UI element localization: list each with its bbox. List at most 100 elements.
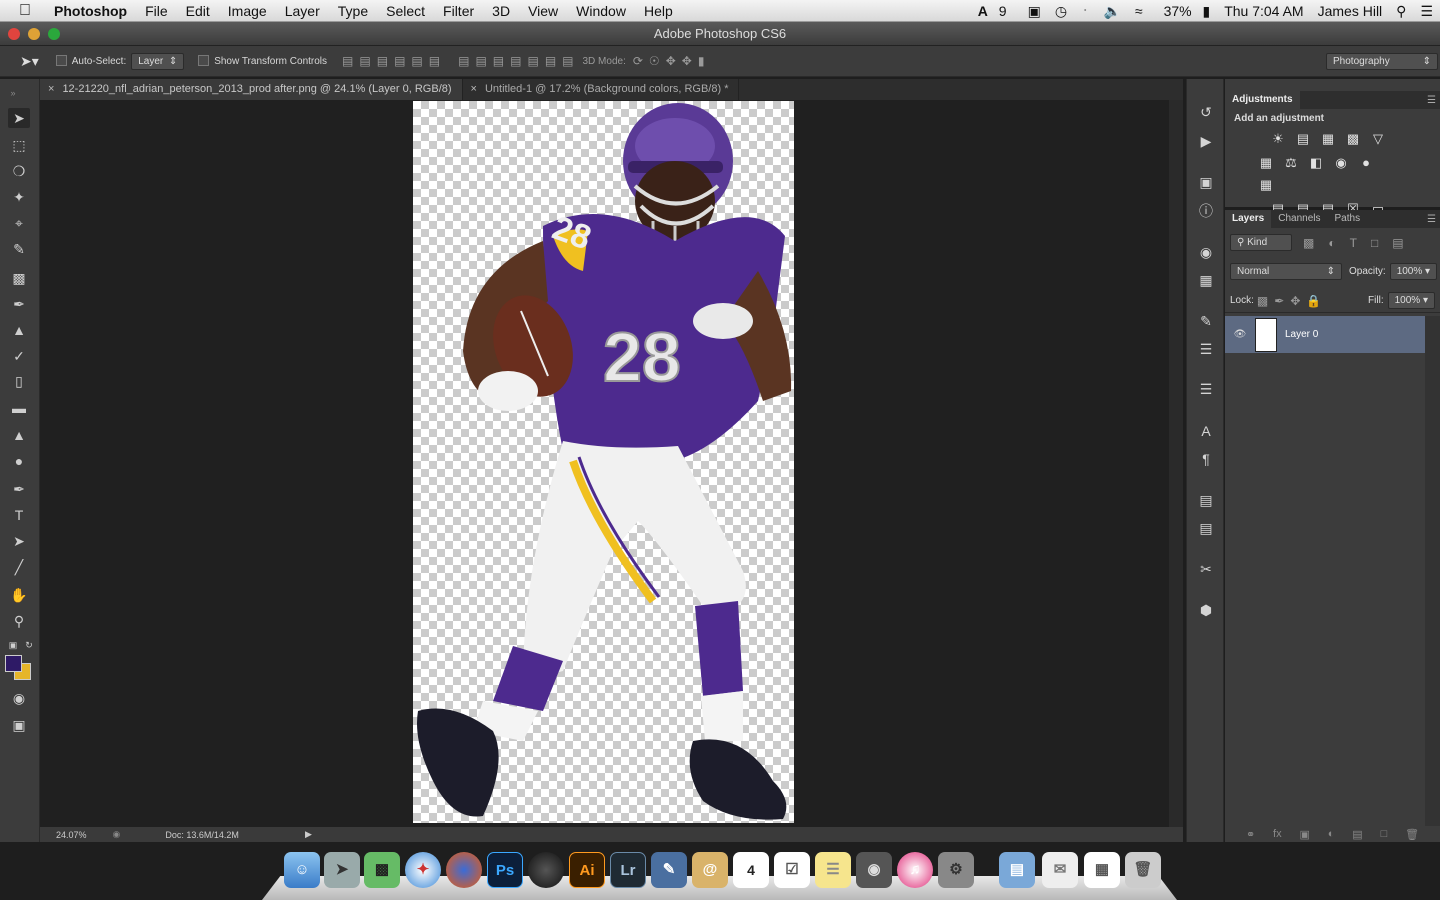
display-icon[interactable]: ▣ [1021,3,1048,20]
minimize-window-button[interactable] [28,28,40,40]
notes-icon[interactable]: ☰ [815,852,851,888]
tab-paths[interactable]: Paths [1328,210,1368,228]
menu-help[interactable]: Help [635,3,682,19]
aperture-icon[interactable] [528,852,564,888]
system-preferences-icon[interactable]: ⚙ [938,852,974,888]
layer-row[interactable]: 👁 Layer 0 [1225,316,1425,353]
menu-window[interactable]: Window [567,3,635,19]
gradient-tool-icon[interactable]: ▬ [8,398,30,418]
volume-icon[interactable]: 🔈 [1096,3,1127,20]
slide-3d-icon[interactable]: ✥ [682,54,692,68]
illustrator-dock-icon[interactable]: Ai [569,852,605,888]
reminders-icon[interactable]: ☑ [774,852,810,888]
menu-image[interactable]: Image [219,3,276,19]
magic-wand-tool-icon[interactable]: ✦ [8,187,30,207]
battery-status[interactable]: 37% ▮ [1150,3,1218,20]
auto-select-checkbox[interactable] [55,55,72,67]
mail-stamp-icon[interactable]: @ [692,852,728,888]
new-group-icon[interactable]: ▤ [1352,828,1362,841]
new-layer-icon[interactable]: □ [1381,828,1388,840]
history-panel-icon[interactable]: ↺ [1196,102,1216,122]
notification-center-icon[interactable]: ☰ [1413,3,1440,20]
menu-3d[interactable]: 3D [483,3,519,19]
grid-panel-icon[interactable]: ▦ [1196,270,1216,290]
bluetooth-icon[interactable]: ᛫ [1074,3,1096,19]
delete-layer-icon[interactable]: 🗑 [1405,828,1419,841]
color-balance-icon[interactable]: ⚖ [1282,154,1300,172]
color-lookup-icon[interactable]: ▦ [1257,176,1275,194]
vibrance-icon[interactable]: ▽ [1369,130,1387,148]
panel-menu-icon[interactable]: ☰ [1427,95,1440,106]
clone-stamp-tool-icon[interactable]: ▲ [8,320,30,340]
preview-icon[interactable]: ✎ [651,852,687,888]
move-tool-icon[interactable]: ➤ [8,108,30,128]
swap-colors-icon[interactable]: ↻ [18,635,40,655]
menu-type[interactable]: Type [329,3,377,19]
align-bottom-icon[interactable]: ▤ [377,54,388,68]
drag-3d-icon[interactable]: ✥ [666,54,676,68]
layers-panel-menu-icon[interactable]: ☰ [1427,214,1440,225]
actions-panel-icon[interactable]: ▶ [1196,131,1216,151]
firefox-icon[interactable] [446,852,482,888]
distribute-vcenter-icon[interactable]: ▤ [475,54,486,68]
brightness-contrast-icon[interactable]: ☀ [1269,130,1287,148]
spotlight-icon[interactable]: ⚲ [1389,3,1413,20]
move-tool-preset-icon[interactable]: ➤▾ [20,53,39,70]
documents-stack-icon[interactable]: ✉ [1042,852,1078,888]
scale-3d-icon[interactable]: ▮ [698,54,705,68]
lock-transparent-icon[interactable]: ▩ [1257,294,1268,308]
menu-app-photoshop[interactable]: Photoshop [54,3,136,19]
distribute-left-icon[interactable]: ▤ [510,54,521,68]
status-menu-arrow-icon[interactable]: ▶ [305,829,312,840]
properties-panel-icon[interactable]: ▣ [1196,172,1216,192]
quick-mask-icon[interactable]: ◉ [8,688,30,708]
photo-filter-icon[interactable]: ◉ [1332,154,1350,172]
crop-tool-icon[interactable]: ⌖ [8,213,30,233]
type-tool-icon[interactable]: T [8,505,30,525]
blur-tool-icon[interactable]: ▲ [8,425,30,445]
folder-stack-icon[interactable]: ▤ [999,852,1035,888]
distribute-hcenter-icon[interactable]: ▤ [527,54,538,68]
facetime-icon[interactable]: ◉ [856,852,892,888]
transform-controls-checkbox[interactable] [198,55,214,67]
character-styles-icon[interactable]: ▤ [1196,490,1216,510]
3d-panel-icon[interactable]: ⬢ [1196,600,1216,620]
blend-mode-dropdown[interactable]: Normal ⇕ [1230,263,1342,280]
swatches-panel-icon[interactable]: ◉ [1196,242,1216,262]
hand-tool-icon[interactable]: ✋ [8,585,30,605]
rotate-3d-icon[interactable]: ⟳ [633,54,643,68]
brush-tool-icon[interactable]: ✒ [8,294,30,314]
align-left-icon[interactable]: ▤ [394,54,405,68]
healing-brush-tool-icon[interactable]: ▩ [8,268,30,288]
opacity-field[interactable]: 100% ▾ [1389,263,1438,280]
filter-smart-object-icon[interactable]: ▤ [1392,236,1403,250]
fill-field[interactable]: 100% ▾ [1387,292,1435,309]
itunes-icon[interactable]: ♫ [897,852,933,888]
link-layers-icon[interactable]: ⚭ [1246,828,1255,841]
collapse-toolbar-icon[interactable]: » [2,83,24,103]
document-tab[interactable]: × Untitled-1 @ 17.2% (Background colors, … [462,79,740,100]
visibility-eye-icon[interactable]: 👁 [1225,329,1255,340]
lasso-tool-icon[interactable]: ❍ [8,161,30,181]
new-adjustment-icon[interactable]: ◐ [1328,828,1335,840]
filter-pixel-icon[interactable]: ▩ [1303,236,1314,250]
info-panel-icon[interactable]: ⓘ [1196,201,1216,221]
lightroom-dock-icon[interactable]: Lr [610,852,646,888]
zoom-level[interactable]: 24.07% [56,830,87,840]
downloads-stack-icon[interactable]: ▦ [1084,852,1120,888]
marquee-tool-icon[interactable]: ⬚ [8,135,30,155]
close-tab-icon[interactable]: × [471,83,477,95]
zoom-window-button[interactable] [48,28,60,40]
layer-name[interactable]: Layer 0 [1285,329,1318,340]
workspace-dropdown[interactable]: Photography ⇕ [1326,52,1438,70]
safari-icon[interactable]: ✦ [405,852,441,888]
menu-edit[interactable]: Edit [177,3,219,19]
brush-presets-icon[interactable]: ☰ [1196,339,1216,359]
lock-position-icon[interactable]: ✥ [1290,294,1300,308]
curves-icon[interactable]: ▦ [1319,130,1337,148]
paragraph-styles-icon[interactable]: ▤ [1196,518,1216,538]
channel-mixer-icon[interactable]: ● [1357,154,1375,172]
eyedropper-tool-icon[interactable]: ✎ [8,239,30,259]
eraser-tool-icon[interactable]: ▯ [8,371,30,391]
finder-icon[interactable]: ☺ [284,852,320,888]
